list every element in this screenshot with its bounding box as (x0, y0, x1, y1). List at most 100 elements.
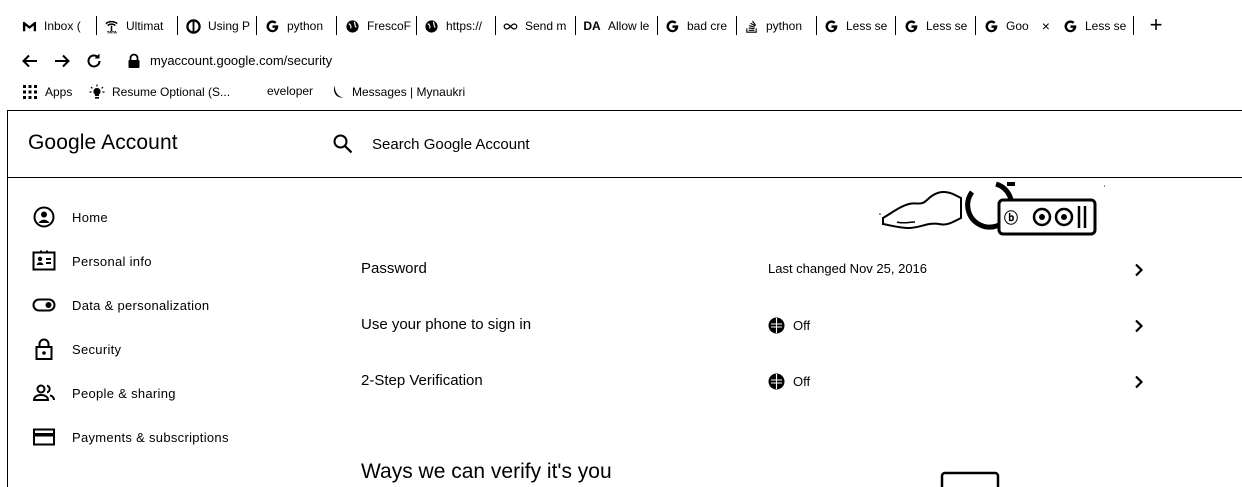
toggle-icon (32, 293, 56, 317)
tab-7[interactable]: DA Allow le (583, 14, 653, 38)
bookmarks-bar: Apps Resume Optional (S... eveloper Mess… (0, 82, 1242, 104)
bookmark-messages[interactable]: Messages | Mynaukri (329, 84, 465, 100)
google-account-logo[interactable]: Google Account (28, 131, 178, 155)
forward-button[interactable] (51, 50, 73, 72)
tata-icon: TATA (104, 19, 119, 34)
circle-logo-icon (186, 18, 201, 34)
tab-0[interactable]: Inbox ( (22, 14, 92, 38)
tab-2[interactable]: Using P (186, 14, 252, 38)
tab-1[interactable]: TATA Ultimat (104, 14, 174, 38)
sidebar-item-home[interactable]: Home (8, 197, 298, 237)
tab-3[interactable]: python (265, 14, 331, 38)
search-icon[interactable] (332, 133, 354, 155)
status-text: Off (793, 318, 811, 333)
google-g-icon (904, 19, 919, 34)
google-g-icon (665, 19, 680, 34)
tab-label: FrescoF (367, 19, 412, 33)
tab-4[interactable]: FrescoF (345, 14, 413, 38)
stack-icon (744, 19, 759, 34)
bookmark-developer[interactable]: eveloper (267, 84, 313, 98)
row-value: Off (768, 373, 810, 390)
globe-icon (345, 19, 360, 34)
tab-label: https:// (446, 19, 483, 33)
tab-separator (256, 16, 257, 35)
sidebar-item-people-sharing[interactable]: People & sharing (8, 373, 298, 413)
bookmark-resume[interactable]: Resume Optional (S... (89, 84, 230, 100)
apps-grid-icon (23, 85, 37, 99)
password-key-illustration: ⓑ (879, 181, 1105, 236)
sidebar-item-personal-info[interactable]: Personal info (8, 241, 298, 281)
globe-icon (424, 19, 439, 34)
tab-label: python (287, 19, 324, 33)
row-label: 2-Step Verification (361, 372, 483, 389)
sidebar-item-label: People & sharing (72, 385, 176, 401)
two-step-verification-row[interactable]: 2-Step Verification Off (330, 354, 1160, 410)
svg-text:TATA: TATA (107, 30, 117, 33)
arrow-right-icon (55, 54, 70, 68)
google-g-icon (824, 19, 839, 34)
sidebar-item-label: Payments & subscriptions (72, 429, 229, 445)
tab-separator (657, 16, 658, 35)
tab-6[interactable]: Send m (503, 14, 571, 38)
phone-sign-in-row[interactable]: Use your phone to sign in Off (330, 298, 1160, 354)
tab-separator (336, 16, 337, 35)
tab-separator (1133, 16, 1134, 35)
tab-12-active[interactable]: Goo × (984, 14, 1050, 38)
tab-separator (575, 16, 576, 35)
tab-separator (816, 16, 817, 35)
sidebar-item-data-personalization[interactable]: Data & personalization (8, 285, 298, 325)
id-card-icon (32, 249, 56, 273)
tab-separator (495, 16, 496, 35)
chevron-right-icon (1135, 375, 1144, 389)
tab-label: Less se (1085, 19, 1127, 33)
tab-5[interactable]: https:// (424, 14, 490, 38)
search-input[interactable] (372, 133, 772, 155)
tab-9[interactable]: python (744, 14, 812, 38)
people-icon (32, 381, 56, 405)
bulb-icon (89, 84, 105, 99)
tab-label: Using P (208, 19, 251, 33)
new-tab-button[interactable]: + (1146, 14, 1166, 38)
tab-8[interactable]: bad cre (665, 14, 731, 38)
row-value: Off (768, 317, 810, 334)
tab-13[interactable]: Less se (1063, 14, 1129, 38)
bookmark-apps[interactable]: Apps (22, 84, 72, 100)
tab-11[interactable]: Less se (904, 14, 970, 38)
arrow-left-icon (22, 54, 37, 68)
sidebar-item-label: Security (72, 341, 122, 357)
status-text: Off (793, 374, 811, 389)
off-status-icon (768, 317, 785, 334)
tab-10[interactable]: Less se (824, 14, 890, 38)
tab-label: Goo (1006, 19, 1029, 33)
lock-icon (32, 337, 56, 361)
back-button[interactable] (19, 50, 41, 72)
bookmark-label: Messages | Mynaukri (352, 85, 466, 99)
chevron-right-icon (1135, 319, 1144, 333)
address-toolbar: myaccount.google.com/security (0, 48, 1242, 76)
tab-separator (975, 16, 976, 35)
row-label: Use your phone to sign in (361, 316, 532, 333)
home-icon (32, 205, 56, 229)
google-g-icon (984, 19, 999, 34)
row-label: Password (361, 260, 427, 277)
da-icon: DA (583, 19, 601, 33)
tab-separator (416, 16, 417, 35)
bookmark-label: eveloper (267, 84, 314, 98)
sidebar-item-label: Personal info (72, 253, 152, 269)
password-row[interactable]: Password Last changed Nov 25, 2016 (330, 242, 1160, 298)
phone-illustration (940, 471, 1000, 487)
google-g-icon (265, 19, 280, 34)
google-g-icon (1063, 19, 1078, 34)
security-main: ⓑ Password Last changed Nov 25, 2016 Use… (330, 178, 1242, 487)
tab-label: Less se (926, 19, 968, 33)
reload-button[interactable] (83, 50, 105, 72)
tab-label: bad cre (687, 19, 728, 33)
infinity-icon (503, 19, 518, 34)
close-tab-icon[interactable]: × (1042, 18, 1050, 34)
sidebar-item-payments-subscriptions[interactable]: Payments & subscriptions (8, 417, 298, 457)
reload-icon (87, 53, 101, 68)
sidebar-item-security[interactable]: Security (8, 329, 298, 369)
tab-label: Inbox ( (44, 19, 81, 33)
url-bar[interactable]: myaccount.google.com/security (150, 53, 332, 68)
tab-separator (177, 16, 178, 35)
